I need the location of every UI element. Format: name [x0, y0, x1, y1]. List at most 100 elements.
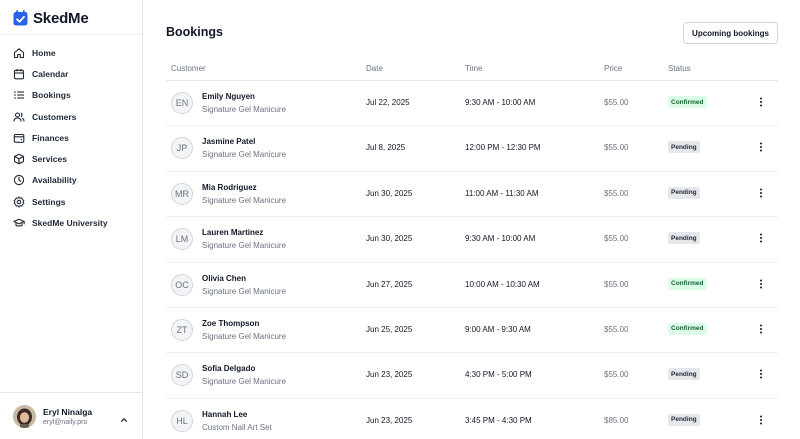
customer-name: Lauren Martinez [202, 228, 264, 238]
customer-avatar: ZT [171, 318, 193, 341]
sidebar-nav: Home Calendar Bookings Customers Finance… [0, 42, 142, 234]
column-header-status: Status [668, 64, 691, 73]
chevron-up-icon[interactable] [119, 412, 129, 422]
table-row[interactable]: ZT Zoe Thompson Signature Gel Manicure Jun … [166, 308, 778, 354]
booking-time: 9:30 AM - 10:00 AM [465, 234, 536, 244]
brand-name: SkedMe [33, 9, 89, 27]
booking-time: 12:00 PM - 12:30 PM [465, 143, 541, 153]
home-icon [13, 47, 25, 59]
sidebar-item-label: Bookings [32, 90, 71, 101]
booking-price: $55.00 [604, 98, 629, 107]
booking-time: 4:30 PM - 5:00 PM [465, 370, 532, 380]
user-info: Eryl Ninalga eryl@naily.pro [43, 407, 92, 426]
more-options-icon[interactable] [754, 95, 768, 109]
column-header-customer: Customer [171, 64, 206, 73]
more-options-icon[interactable] [754, 367, 768, 381]
customer-name: Hannah Lee [202, 409, 248, 419]
booking-time: 9:30 AM - 10:00 AM [465, 98, 536, 107]
booking-date: Jul 22, 2025 [366, 98, 410, 107]
table-header: Customer Date Time Price Status [166, 59, 778, 81]
table-row[interactable]: HL Hannah Lee Custom Nail Art Set Jun 23, 2… [166, 399, 778, 439]
table-row[interactable]: OC Olivia Chen Signature Gel Manicure Jun 2… [166, 263, 778, 308]
table-row[interactable]: JP Jasmine Patel Signature Gel Manicure Jul… [166, 126, 778, 172]
calendar-check-logo-icon [13, 10, 28, 26]
table-row[interactable]: LM Lauren Martinez Signature Gel Manicure J… [166, 217, 778, 263]
more-options-icon[interactable] [754, 322, 768, 336]
more-options-icon[interactable] [754, 231, 768, 245]
avatar [13, 404, 36, 428]
bookings-table: EN Emily Nguyen Signature Gel Manicure Jul … [166, 81, 778, 439]
booking-price: $55.00 [604, 234, 629, 244]
sidebar: SkedMe Home Calendar Bookings Customers [0, 0, 143, 439]
booking-date: Jun 23, 2025 [366, 415, 413, 425]
clock-icon [13, 174, 25, 186]
booking-time: 10:00 AM - 10:30 AM [465, 279, 540, 289]
booking-price: $55.00 [604, 143, 629, 153]
user-email: eryl@naily.pro [43, 418, 88, 426]
sidebar-item-calendar[interactable]: Calendar [0, 63, 142, 84]
customer-name: Jasmine Patel [202, 137, 256, 147]
calendar-icon [13, 68, 25, 80]
sidebar-item-label: Services [32, 154, 67, 165]
column-header-price: Price [604, 64, 623, 73]
status-badge: Pending [668, 368, 700, 381]
table-row[interactable]: EN Emily Nguyen Signature Gel Manicure Jul … [166, 81, 778, 127]
sidebar-item-label: Home [32, 47, 56, 58]
booking-price: $55.00 [604, 370, 629, 380]
booking-date: Jun 25, 2025 [366, 324, 413, 334]
status-badge: Pending [668, 413, 700, 426]
brand[interactable]: SkedMe [13, 8, 89, 28]
service-name: Signature Gel Manicure [202, 195, 287, 205]
service-name: Signature Gel Manicure [202, 377, 287, 387]
graduation-cap-icon [13, 217, 25, 229]
booking-price: $85.00 [604, 415, 629, 425]
table-row[interactable]: MR Mia Rodriguez Signature Gel Manicure Jun… [166, 172, 778, 218]
sidebar-item-finances[interactable]: Finances [0, 127, 142, 148]
sidebar-item-bookings[interactable]: Bookings [0, 85, 142, 106]
box-icon [13, 153, 25, 165]
more-options-icon[interactable] [754, 277, 768, 291]
customer-name: Mia Rodriguez [202, 182, 257, 192]
booking-price: $55.00 [604, 188, 629, 198]
sidebar-item-services[interactable]: Services [0, 148, 142, 169]
service-name: Signature Gel Manicure [202, 105, 287, 114]
upcoming-bookings-button[interactable]: Upcoming bookings [683, 22, 778, 44]
booking-time: 3:45 PM - 4:30 PM [465, 415, 532, 425]
more-options-icon[interactable] [754, 140, 768, 154]
sidebar-item-label: SkedMe University [32, 218, 108, 229]
main-content: Bookings Upcoming bookings Customer Date… [143, 0, 800, 439]
booking-price: $55.00 [604, 324, 629, 334]
customer-avatar: EN [171, 92, 193, 114]
status-badge: Confirmed [668, 277, 707, 290]
gear-icon [13, 196, 25, 208]
customer-name: Zoe Thompson [202, 318, 260, 328]
booking-price: $55.00 [604, 279, 629, 289]
service-name: Custom Nail Art Set [202, 422, 272, 432]
user-name: Eryl Ninalga [43, 406, 93, 417]
sidebar-item-skedme-university[interactable]: SkedMe University [0, 212, 142, 233]
table-row[interactable]: SD Sofia Delgado Signature Gel Manicure Jun… [166, 353, 778, 399]
more-options-icon[interactable] [754, 186, 768, 200]
customer-avatar: JP [171, 137, 193, 160]
customer-avatar: HL [171, 409, 193, 432]
column-header-date: Date [366, 64, 383, 73]
booking-date: Jun 30, 2025 [366, 188, 413, 198]
service-name: Signature Gel Manicure [202, 286, 287, 296]
customer-avatar: LM [171, 228, 193, 251]
status-badge: Pending [668, 141, 700, 154]
users-icon [13, 111, 25, 123]
column-header-time: Time [465, 64, 483, 73]
more-options-icon[interactable] [754, 413, 768, 427]
status-badge: Confirmed [668, 322, 707, 335]
sidebar-item-home[interactable]: Home [0, 42, 142, 63]
user-profile[interactable]: Eryl Ninalga eryl@naily.pro [0, 392, 143, 439]
sidebar-item-availability[interactable]: Availability [0, 170, 142, 191]
customer-avatar: MR [171, 182, 193, 205]
list-icon [13, 89, 25, 101]
sidebar-item-customers[interactable]: Customers [0, 106, 142, 127]
sidebar-item-label: Finances [32, 132, 69, 143]
page-title: Bookings [166, 25, 223, 39]
booking-time: 9:00 AM - 9:30 AM [465, 324, 531, 334]
status-badge: Pending [668, 186, 700, 199]
sidebar-item-settings[interactable]: Settings [0, 191, 142, 212]
